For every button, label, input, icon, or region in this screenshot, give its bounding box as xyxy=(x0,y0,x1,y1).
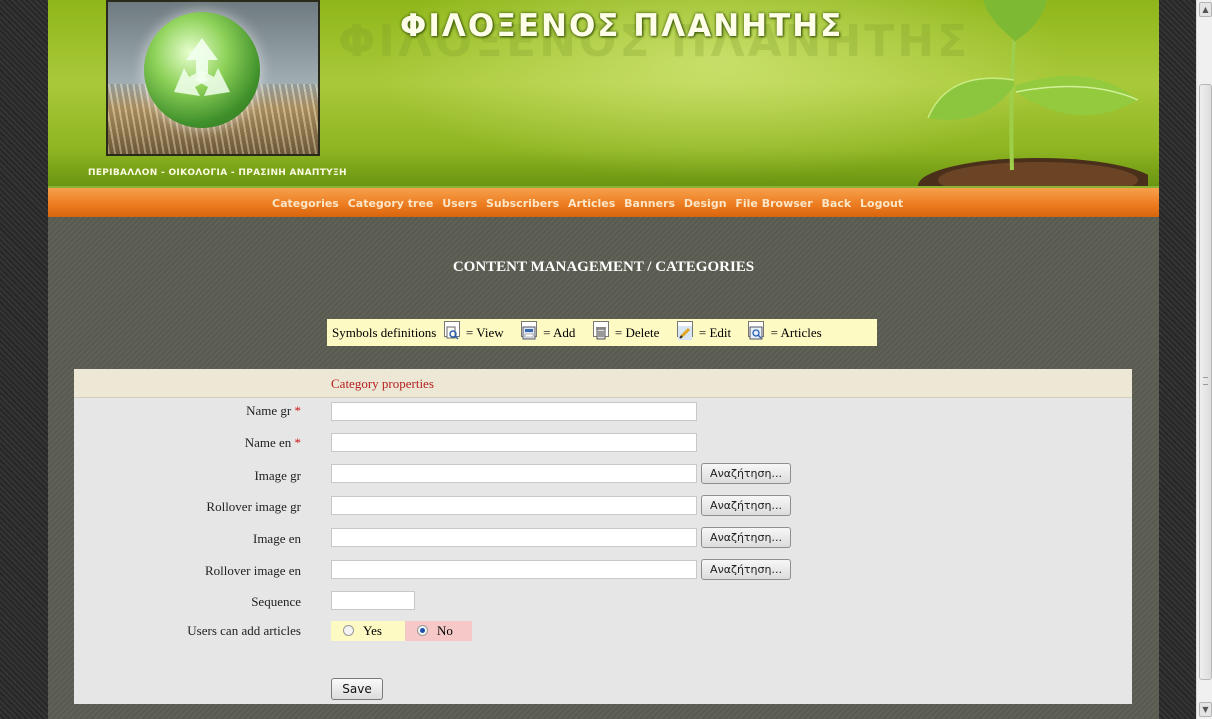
image-en-input[interactable] xyxy=(331,528,697,547)
recycle-icon xyxy=(144,12,260,128)
legend-label: Symbols definitions xyxy=(332,325,437,340)
main-nav: Categories Category tree Users Subscribe… xyxy=(48,186,1159,217)
radio-yes-option[interactable]: Yes xyxy=(331,621,405,641)
edit-icon xyxy=(676,321,693,340)
rollover-image-gr-input[interactable] xyxy=(331,496,697,515)
nav-links: Categories Category tree Users Subscribe… xyxy=(272,197,908,210)
site-tagline: ΠΕΡΙΒΑΛΛΟΝ - ΟΙΚΟΛΟΓΙΑ - ΠΡΑΣΙΝΗ ΑΝΑΠΤΥΞ… xyxy=(88,168,347,178)
image-gr-browse-button[interactable]: Αναζήτηση... xyxy=(701,463,791,484)
symbols-legend: Symbols definitions = View = Add = Delet… xyxy=(327,319,877,346)
site-header: ΦΙΛΟΞΕΝΟΣ ΠΛΑΝΗΤΗΣ ΦΙΛΟΞΕΝΟΣ ΠΛΑΝΗΤΗΣ ΠΕ… xyxy=(48,0,1159,186)
category-properties-panel: Category properties Name gr * Name en * … xyxy=(74,369,1132,704)
legend-delete-text: = Delete xyxy=(614,325,660,340)
panel-header: Category properties xyxy=(74,369,1132,398)
vertical-scrollbar[interactable]: ▲ ▼ xyxy=(1196,0,1212,719)
name-en-label: Name en * xyxy=(244,435,302,450)
nav-item-file-browser[interactable]: File Browser xyxy=(735,197,812,210)
page-container: ΦΙΛΟΞΕΝΟΣ ΠΛΑΝΗΤΗΣ ΦΙΛΟΞΕΝΟΣ ΠΛΑΝΗΤΗΣ ΠΕ… xyxy=(48,0,1159,719)
image-gr-input[interactable] xyxy=(331,464,697,483)
name-gr-input[interactable] xyxy=(331,402,697,421)
plant-icon xyxy=(918,0,1148,186)
radio-no-label: No xyxy=(437,623,453,638)
nav-item-subscribers[interactable]: Subscribers xyxy=(486,197,559,210)
save-button[interactable]: Save xyxy=(331,678,383,700)
legend-view-text: = View xyxy=(465,325,504,340)
name-en-input[interactable] xyxy=(331,433,697,452)
panel-title: Category properties xyxy=(331,376,434,391)
image-en-browse-button[interactable]: Αναζήτηση... xyxy=(701,527,791,548)
users-can-add-articles-label: Users can add articles xyxy=(187,623,301,638)
nav-item-users[interactable]: Users xyxy=(442,197,477,210)
view-icon xyxy=(443,321,460,340)
page-title: CONTENT MANAGEMENT / CATEGORIES xyxy=(452,259,755,275)
legend-edit-text: = Edit xyxy=(698,325,732,340)
rollover-image-gr-browse-button[interactable]: Αναζήτηση... xyxy=(701,495,791,516)
scroll-up-icon[interactable]: ▲ xyxy=(1199,2,1212,17)
sequence-label: Sequence xyxy=(251,594,301,609)
nav-item-logout[interactable]: Logout xyxy=(860,197,903,210)
required-marker: * xyxy=(294,403,302,418)
nav-item-categories[interactable]: Categories xyxy=(272,197,339,210)
articles-icon xyxy=(748,321,765,340)
image-gr-label: Image gr xyxy=(254,468,301,483)
nav-item-back[interactable]: Back xyxy=(822,197,852,210)
legend-articles-text: = Articles xyxy=(770,325,822,340)
rollover-image-en-input[interactable] xyxy=(331,560,697,579)
nav-item-banners[interactable]: Banners xyxy=(624,197,675,210)
site-title: ΦΙΛΟΞΕΝΟΣ ΠΛΑΝΗΤΗΣ xyxy=(400,8,844,44)
add-icon xyxy=(520,321,537,340)
radio-yes[interactable] xyxy=(343,625,354,636)
radio-yes-label: Yes xyxy=(363,623,382,638)
legend-add-text: = Add xyxy=(543,325,576,340)
scrollbar-thumb[interactable] xyxy=(1199,84,1212,680)
rollover-image-en-label: Rollover image en xyxy=(204,563,301,578)
nav-item-category-tree[interactable]: Category tree xyxy=(348,197,434,210)
nav-item-articles[interactable]: Articles xyxy=(568,197,615,210)
nav-item-design[interactable]: Design xyxy=(684,197,727,210)
rollover-image-gr-label: Rollover image gr xyxy=(206,499,301,514)
name-gr-label: Name gr * xyxy=(246,403,302,418)
logo xyxy=(106,0,320,156)
radio-no-option[interactable]: No xyxy=(405,621,472,641)
delete-icon xyxy=(592,321,609,340)
rollover-image-en-browse-button[interactable]: Αναζήτηση... xyxy=(701,559,791,580)
scroll-down-icon[interactable]: ▼ xyxy=(1199,702,1212,717)
image-en-label: Image en xyxy=(252,531,301,546)
required-marker: * xyxy=(294,435,302,450)
sequence-input[interactable] xyxy=(331,591,415,610)
radio-no[interactable] xyxy=(417,625,428,636)
